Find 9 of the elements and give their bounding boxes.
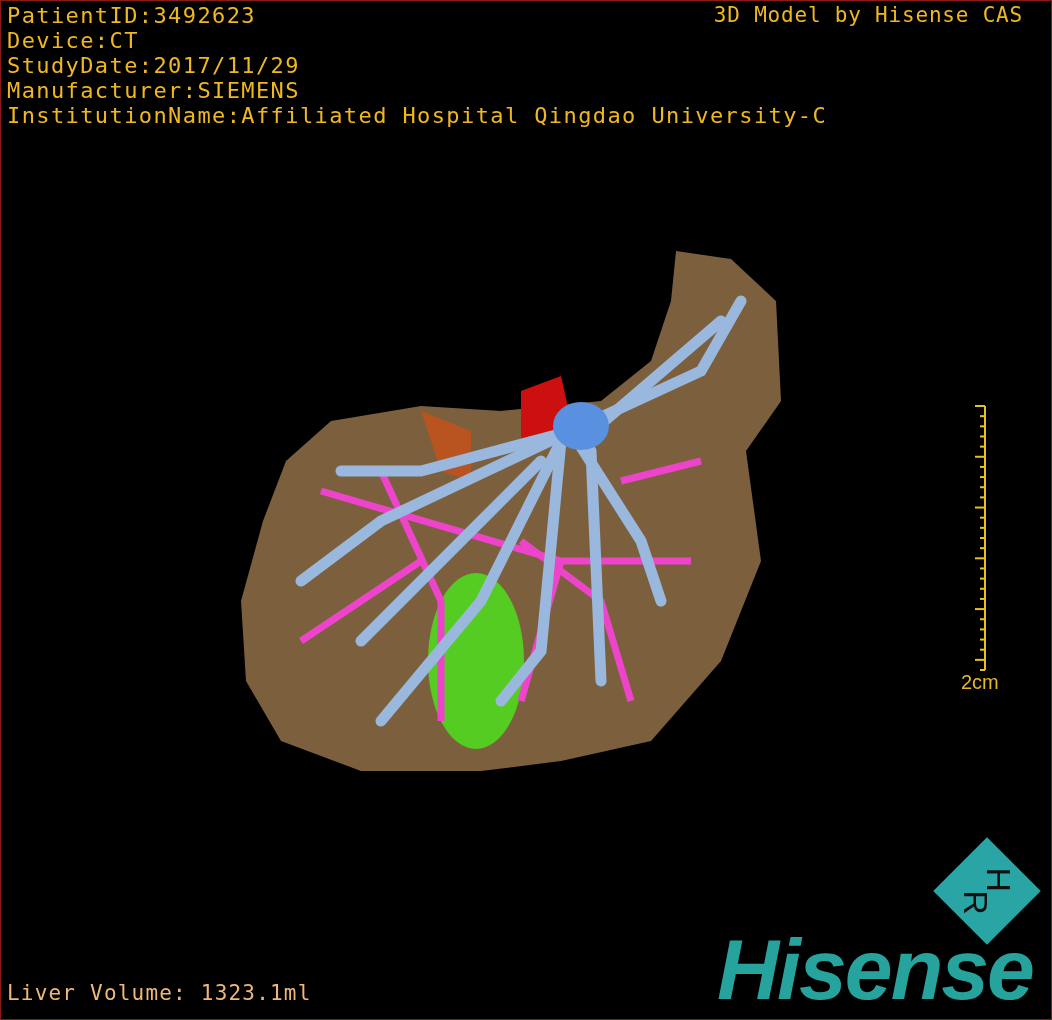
- dicom-info-text: StudyDate:2017/11/29: [7, 53, 300, 78]
- dicom-info-text: PatientID:3492623: [7, 3, 256, 28]
- scale-label: 2cm: [961, 671, 999, 694]
- dicom-info-text: Device:CT: [7, 28, 139, 53]
- logo-badge: HR: [933, 837, 1041, 945]
- dicom-info-text: InstitutionName:Affiliated Hospital Qingdao University-C: [7, 103, 828, 128]
- model-credit-text: 3D Model by Hisense CAS: [713, 3, 1023, 28]
- dicom-info-text: Manufacturer:SIEMENS: [7, 78, 300, 103]
- liver-volume-text: Liver Volume: 1323.1ml: [7, 981, 312, 1005]
